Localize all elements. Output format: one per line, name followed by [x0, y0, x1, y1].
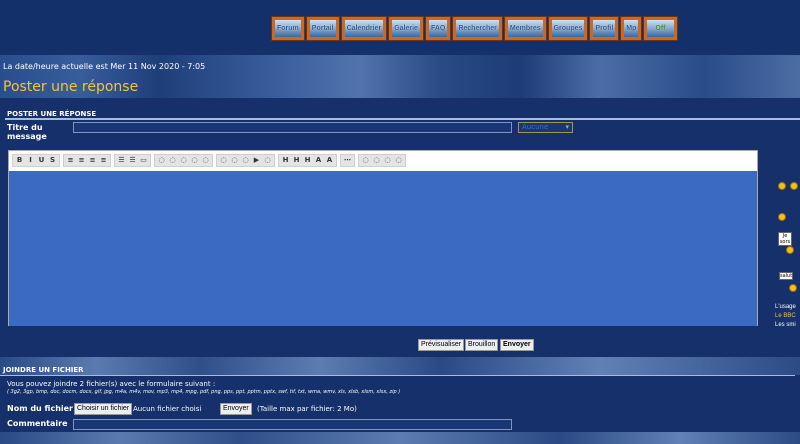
nav-mp[interactable]: Mp	[621, 17, 642, 40]
toolbar-button-icon[interactable]: A	[325, 156, 334, 165]
smiley-sign-salut[interactable]: salut	[779, 272, 793, 280]
nav-galerie[interactable]: Galerie	[389, 17, 423, 40]
preview-button[interactable]: Prévisualiser	[418, 339, 465, 351]
main-nav: Forum Portail Calendrier Galerie FAQ Recherch…	[272, 17, 677, 40]
toolbar-button-icon[interactable]: ◌	[383, 156, 392, 165]
message-editor: B I U S ≡ ≡ ≡ ≡ ☰ ☰ ▭ ◌ ◌ ◌ ◌ ◌ ◌ ◌ ◌ ▶ ◌ H H H A A ⋯ ◌ ◌ ◌ ◌	[8, 150, 758, 326]
smiley-icon	[789, 284, 797, 292]
smiley-icon[interactable]	[778, 182, 786, 190]
current-date: La date/heure actuelle est Mer 11 Nov 20…	[3, 62, 206, 71]
toolbar-button-icon[interactable]: ◌	[219, 156, 228, 165]
toolbar-group: ⋯	[340, 154, 355, 167]
page-title: Poster une réponse	[3, 79, 139, 95]
upload-button[interactable]: Envoyer	[220, 403, 252, 415]
icon-select-value: Aucune	[522, 123, 549, 131]
nav-forum[interactable]: Forum	[272, 17, 304, 40]
sidebar-line: Les smi	[775, 322, 796, 328]
attach-banner	[0, 357, 800, 375]
attach-title: JOINDRE UN FICHIER	[3, 366, 84, 374]
toolbar-group: HHHAA	[278, 154, 337, 167]
toolbar-button-icon[interactable]: ◌	[372, 156, 381, 165]
toolbar-button-icon[interactable]: ≡	[77, 156, 86, 165]
message-textarea[interactable]	[9, 171, 757, 326]
no-file-text: Aucun fichier choisi	[133, 405, 202, 413]
smiley-icon[interactable]	[790, 182, 798, 190]
section-title: POSTER UNE RÉPONSE	[7, 110, 97, 118]
smiley-icon	[786, 246, 794, 254]
toolbar-button-icon[interactable]: ≡	[66, 156, 75, 165]
smiley-sign-je-sors[interactable]: Je sors	[778, 232, 792, 246]
toolbar-button-icon[interactable]: ◌	[361, 156, 370, 165]
bbcode-link[interactable]: Le BBC	[775, 312, 796, 321]
toolbar-group: ☰ ☰ ▭	[114, 154, 151, 167]
choose-file-button[interactable]: Choisir un fichier	[74, 403, 133, 415]
toolbar-group: BIUS	[12, 154, 60, 167]
toolbar-button-icon[interactable]: S	[48, 156, 57, 165]
chevron-down-icon: ▾	[565, 123, 569, 131]
toolbar-button-icon[interactable]: ▭	[139, 156, 148, 165]
file-label: Nom du fichier	[7, 404, 73, 413]
toolbar-button-icon[interactable]: ≡	[88, 156, 97, 165]
toolbar-group: ◌ ◌ ◌ ◌ ◌	[154, 154, 213, 167]
attach-divider	[0, 375, 795, 376]
subject-label: Titre du message	[7, 123, 47, 141]
toolbar-button-icon[interactable]: B	[15, 156, 24, 165]
footer-banner	[0, 432, 800, 444]
toolbar-button-icon[interactable]: ⋯	[343, 156, 352, 165]
sidebar-line: L'usage	[775, 304, 796, 310]
max-size-text: (Taille max par fichier: 2 Mo)	[257, 405, 357, 413]
toolbar-group: ◌ ◌ ◌ ▶ ◌	[216, 154, 275, 167]
nav-off[interactable]: Off	[644, 17, 677, 40]
nav-faq[interactable]: FAQ	[425, 17, 451, 40]
toolbar-button-icon[interactable]: H	[292, 156, 301, 165]
sidebar-info: L'usage Le BBC Les smi	[775, 303, 796, 330]
nav-rechercher[interactable]: Rechercher	[453, 17, 502, 40]
toolbar-button-icon[interactable]: ☰	[128, 156, 137, 165]
toolbar-button-icon[interactable]: ☰	[117, 156, 126, 165]
toolbar-button-icon[interactable]: A	[314, 156, 323, 165]
toolbar-button-icon[interactable]: ◌	[201, 156, 210, 165]
toolbar-button-icon[interactable]: ◌	[394, 156, 403, 165]
editor-toolbar: B I U S ≡ ≡ ≡ ≡ ☰ ☰ ▭ ◌ ◌ ◌ ◌ ◌ ◌ ◌ ◌ ▶ ◌ H H H A A ⋯ ◌ ◌ ◌ ◌	[9, 151, 757, 170]
toolbar-button-icon[interactable]: ◌	[157, 156, 166, 165]
nav-profil[interactable]: Profil	[590, 17, 619, 40]
comment-input[interactable]	[73, 419, 512, 430]
toolbar-button-icon[interactable]: ◌	[263, 156, 272, 165]
toolbar-button-icon[interactable]: I	[26, 156, 35, 165]
toolbar-button-icon[interactable]: ◌	[241, 156, 250, 165]
section-divider	[5, 118, 800, 120]
toolbar-button-icon[interactable]: ◌	[168, 156, 177, 165]
attach-types: ( 3g2, 3gp, bmp, doc, docm, docx, gif, j…	[7, 389, 401, 395]
toolbar-button-icon[interactable]: ◌	[179, 156, 188, 165]
toolbar-button-icon[interactable]: ▶	[252, 156, 261, 165]
toolbar-button-icon[interactable]: U	[37, 156, 46, 165]
icon-select[interactable]: Aucune ▾	[518, 122, 573, 133]
subject-input[interactable]	[73, 122, 512, 133]
send-button[interactable]: Envoyer	[500, 339, 534, 351]
comment-label: Commentaire	[7, 419, 68, 428]
toolbar-button-icon[interactable]: H	[303, 156, 312, 165]
smiley-icon[interactable]	[778, 213, 786, 221]
attach-intro: Vous pouvez joindre 2 fichier(s) avec le…	[7, 380, 216, 388]
nav-calendrier[interactable]: Calendrier	[341, 17, 387, 40]
toolbar-button-icon[interactable]: ≡	[99, 156, 108, 165]
toolbar-group: ◌ ◌ ◌ ◌	[358, 154, 406, 167]
draft-button[interactable]: Brouillon	[465, 339, 499, 351]
toolbar-button-icon[interactable]: H	[281, 156, 290, 165]
nav-membres[interactable]: Membres	[504, 17, 546, 40]
toolbar-button-icon[interactable]: ◌	[190, 156, 199, 165]
nav-groupes[interactable]: Groupes	[548, 17, 588, 40]
toolbar-button-icon[interactable]: ◌	[230, 156, 239, 165]
nav-portail[interactable]: Portail	[306, 17, 339, 40]
toolbar-group: ≡ ≡ ≡ ≡	[63, 154, 111, 167]
